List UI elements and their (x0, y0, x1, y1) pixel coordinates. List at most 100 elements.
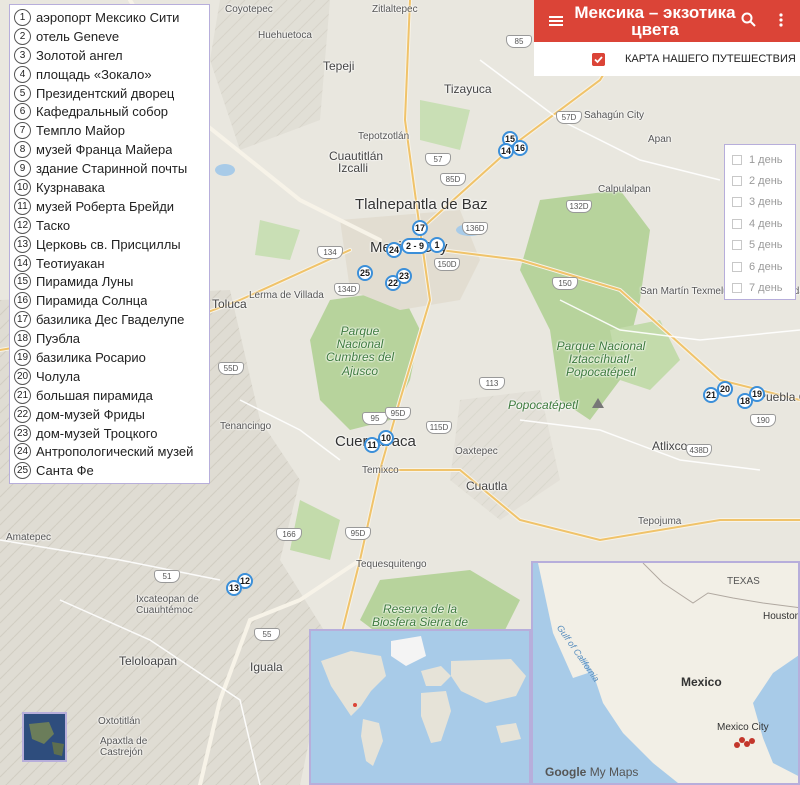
legend-number: 7 (14, 122, 31, 140)
day-checkbox[interactable] (732, 261, 742, 272)
legend-number: 19 (14, 348, 31, 366)
legend-item[interactable]: 17 базилика Дес Гваделупе (14, 310, 209, 329)
legend-item[interactable]: 13 Церковь св. Присциллы (14, 235, 209, 254)
legend-number: 16 (14, 292, 31, 310)
search-icon[interactable] (740, 11, 758, 29)
road-shield: 150 (552, 277, 578, 290)
day-label: 2 день (749, 175, 783, 188)
place-apaxtla: Apaxtla de Castrejón (100, 736, 148, 758)
map-marker[interactable]: 17 (412, 220, 428, 236)
road-shield: 113 (479, 377, 505, 390)
legend-label: Санта Фе (36, 463, 94, 479)
legend-item[interactable]: 8 музей Франца Майера (14, 140, 209, 159)
more-vert-icon[interactable] (774, 11, 788, 29)
layer-checkbox[interactable] (592, 53, 605, 66)
map-marker[interactable]: 16 (512, 140, 528, 156)
legend-item[interactable]: 10 Кузрнавака (14, 178, 209, 197)
day-filter-item[interactable]: 1 день (732, 149, 795, 170)
place-tequesquitengo: Tequesquitengo (356, 559, 427, 570)
place-teloloapan: Teloloapan (119, 654, 178, 668)
legend-item[interactable]: 24 Антропологический музей (14, 442, 209, 461)
day-checkbox[interactable] (732, 197, 742, 208)
legend-item[interactable]: 7 Темпло Майор (14, 121, 209, 140)
legend-label: Таско (36, 217, 71, 233)
legend-number: 3 (14, 46, 31, 64)
road-shield: 95D (385, 407, 411, 420)
map-marker[interactable]: 23 (396, 268, 412, 284)
map-marker[interactable]: 24 (386, 242, 402, 258)
day-label: 3 день (749, 196, 783, 209)
day-filter-item[interactable]: 5 день (732, 235, 795, 256)
legend-item[interactable]: 23 дом-музей Троцкого (14, 424, 209, 443)
mexico-inset-map[interactable]: TEXAS Houston Gulf of California Mexico … (531, 561, 800, 785)
legend-label: Золотой ангел (36, 47, 123, 63)
day-filter-item[interactable]: 4 день (732, 213, 795, 234)
legend-item[interactable]: 22 дом-музей Фриды (14, 405, 209, 424)
legend-item[interactable]: 9 здание Старинной почты (14, 159, 209, 178)
place-izcalli: Izcalli (338, 161, 369, 175)
map-marker[interactable]: 10 (378, 430, 394, 446)
legend-item[interactable]: 21 большая пирамида (14, 386, 209, 405)
day-checkbox[interactable] (732, 218, 742, 229)
legend-item[interactable]: 12 Таско (14, 216, 209, 235)
legend-label: здание Старинной почты (36, 161, 188, 177)
legend-item[interactable]: 14 Теотиуакан (14, 254, 209, 273)
day-filter-item[interactable]: 2 день (732, 170, 795, 191)
mexico-map-graphic (533, 563, 798, 783)
legend-number: 12 (14, 216, 31, 234)
satellite-toggle[interactable] (22, 712, 67, 762)
day-checkbox[interactable] (732, 283, 742, 294)
legend-item[interactable]: 6 Кафедральный собор (14, 102, 209, 121)
road-shield: 57D (556, 111, 582, 124)
legend-number: 1 (14, 8, 31, 26)
road-shield: 115D (426, 421, 452, 434)
legend-item[interactable]: 16 Пирамида Солнца (14, 291, 209, 310)
map-marker[interactable]: 20 (717, 381, 733, 397)
layer-label: КАРТА НАШЕГО ПУТЕШЕСТВИЯ (625, 53, 796, 65)
map-marker[interactable]: 2 - 9 (401, 238, 429, 254)
map-marker[interactable]: 1 (429, 237, 445, 253)
place-popocatepetl: Popocatépetl (508, 398, 579, 412)
legend-item[interactable]: 18 Пуэбла (14, 329, 209, 348)
day-checkbox[interactable] (732, 176, 742, 187)
legend-number: 14 (14, 254, 31, 272)
day-filter-item[interactable]: 6 день (732, 256, 795, 277)
legend-number: 6 (14, 103, 31, 121)
legend-item[interactable]: 5 Президентский дворец (14, 84, 209, 103)
legend-item[interactable]: 11 музей Роберта Брейди (14, 197, 209, 216)
world-inset-map[interactable] (309, 629, 531, 785)
road-shield: 166 (276, 528, 302, 541)
park-cumbres: Parque Nacional Cumbres del Ajusco (325, 324, 395, 378)
day-checkbox[interactable] (732, 154, 742, 165)
day-checkbox[interactable] (732, 240, 742, 251)
day-filter-item[interactable]: 7 день (732, 277, 795, 298)
road-shield: 95D (345, 527, 371, 540)
legend-item[interactable]: 3 Золотой ангел (14, 46, 209, 65)
legend-label: дом-музей Троцкого (36, 425, 158, 441)
map-marker[interactable]: 19 (749, 386, 765, 402)
legend-item[interactable]: 1 аэропорт Мексико Сити (14, 8, 209, 27)
place-tepojuma: Tepojuma (638, 516, 682, 527)
road-shield: 136D (462, 222, 488, 235)
legend-number: 23 (14, 424, 31, 442)
legend-label: базилика Дес Гваделупе (36, 312, 185, 328)
day-label: 6 день (749, 260, 783, 273)
day-filter-item[interactable]: 3 день (732, 192, 795, 213)
legend-label: Кузрнавака (36, 179, 105, 195)
legend-item[interactable]: 15 Пирамида Луны (14, 272, 209, 291)
legend-label: базилика Росарио (36, 349, 146, 365)
legend-number: 10 (14, 178, 31, 196)
layer-row[interactable]: КАРТА НАШЕГО ПУТЕШЕСТВИЯ (534, 42, 800, 76)
map-marker[interactable]: 25 (357, 265, 373, 281)
legend-item[interactable]: 4 площадь «Зокало» (14, 65, 209, 84)
legend-item[interactable]: 19 базилика Росарио (14, 348, 209, 367)
legend-item[interactable]: 25 Санта Фе (14, 461, 209, 480)
menu-icon[interactable] (548, 13, 564, 29)
place-amatepec: Amatepec (6, 532, 52, 543)
map-marker[interactable]: 11 (364, 437, 380, 453)
day-label: 4 день (749, 217, 783, 230)
legend-item[interactable]: 20 Чолула (14, 367, 209, 386)
legend-item[interactable]: 2 отель Geneve (14, 27, 209, 46)
road-shield: 85D (440, 173, 466, 186)
map-marker[interactable]: 13 (226, 580, 242, 596)
